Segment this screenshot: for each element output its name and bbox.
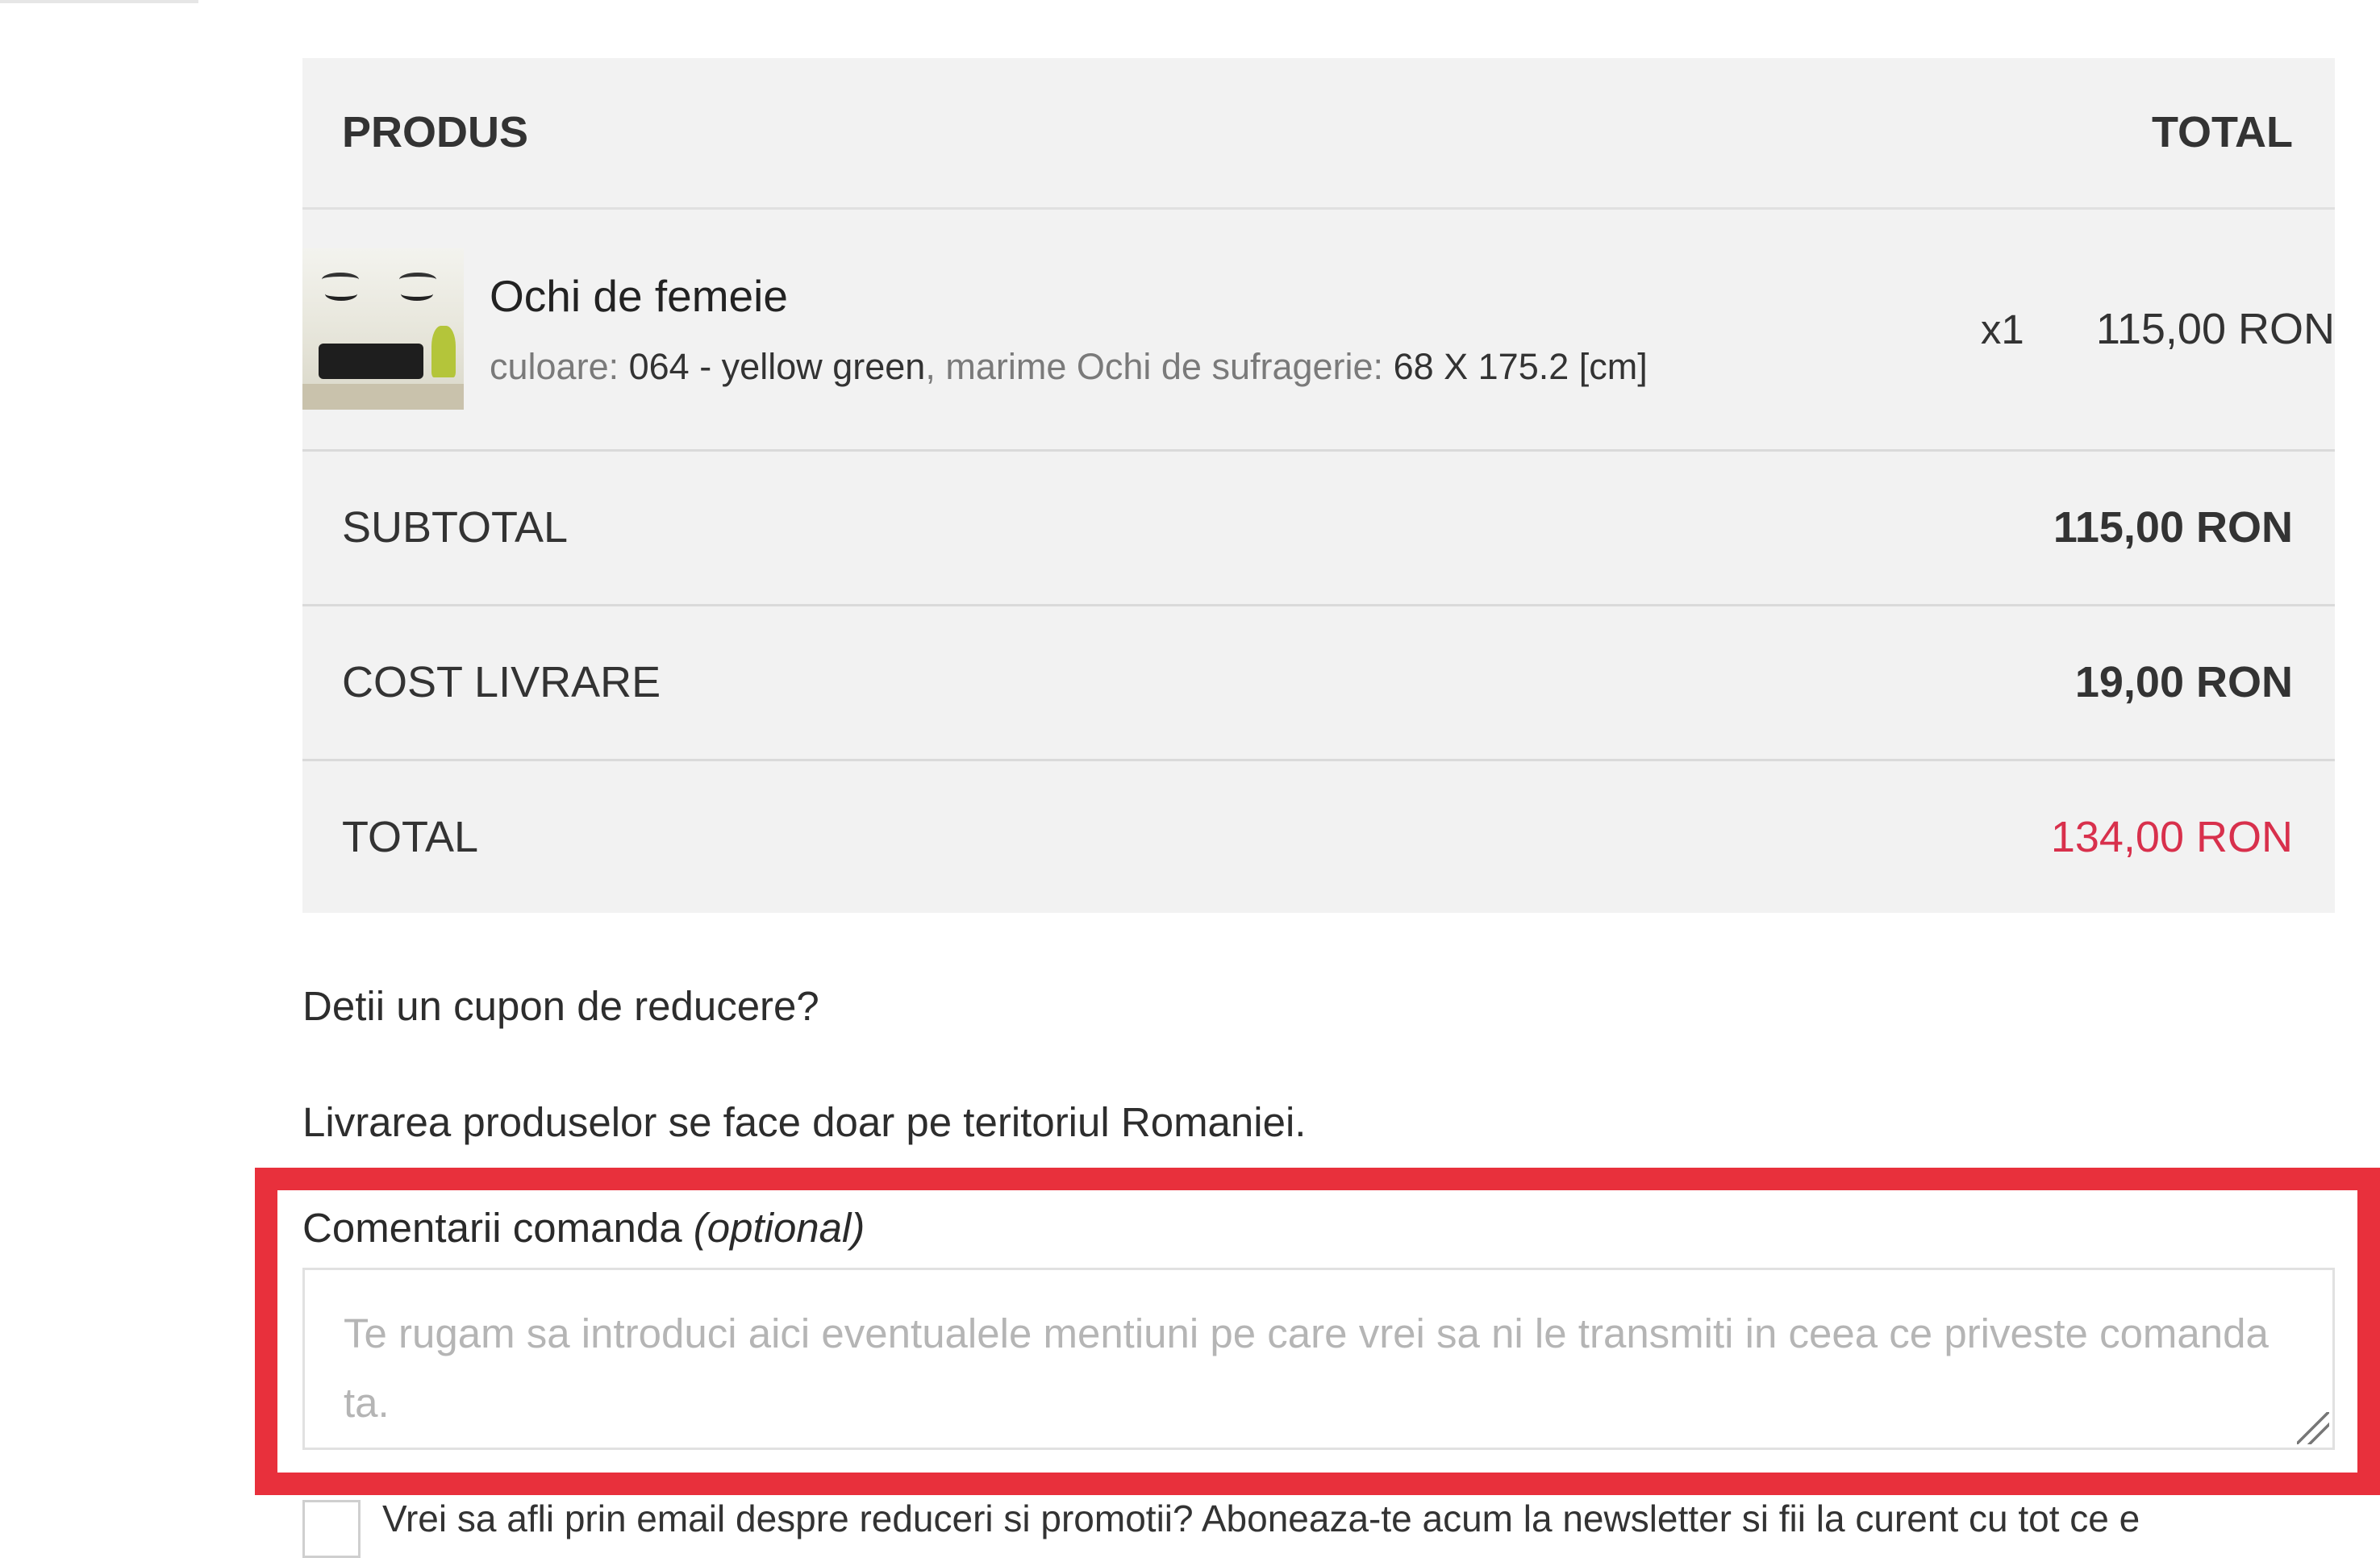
thumb-plant (431, 326, 456, 377)
order-comments-textarea[interactable]: Te rugam sa introduci aici eventualele m… (302, 1268, 2335, 1450)
header-total: TOTAL (2152, 108, 2293, 157)
comments-label-text: Comentarii comanda (302, 1205, 682, 1251)
attr-size-label: marime Ochi de sufragerie: (945, 346, 1384, 387)
shipping-label: COST LIVRARE (342, 658, 661, 706)
coupon-link[interactable]: Detii un cupon de reducere? (302, 982, 819, 1030)
subtotal-value: 115,00 RON (2053, 503, 2293, 552)
product-details: Ochi de femeie culoare: 064 - yellow gre… (490, 270, 1648, 388)
thumb-sofa (319, 344, 423, 379)
attr-separator: , (925, 346, 936, 387)
thumb-floor (302, 384, 464, 410)
thumb-eye-left (325, 287, 357, 301)
table-header-row: PRODUS TOTAL (302, 58, 2335, 208)
product-name[interactable]: Ochi de femeie (490, 270, 1648, 322)
total-label: TOTAL (342, 812, 479, 861)
comments-optional-tag: (optional) (693, 1205, 865, 1251)
thumb-eyebrow-left (322, 273, 359, 286)
table-row: Ochi de femeie culoare: 064 - yellow gre… (302, 208, 2335, 450)
resize-grip-icon[interactable] (2297, 1412, 2329, 1444)
attr-color-value: 064 - yellow green (628, 346, 926, 387)
product-thumbnail[interactable] (302, 248, 464, 410)
order-review-table: PRODUS TOTAL Ochi de femeie culoare: 064… (302, 58, 2335, 913)
order-comments-label: Comentarii comanda (optional) (302, 1204, 865, 1252)
shipping-value: 19,00 RON (2074, 658, 2293, 706)
attr-size-value: 68 X 175.2 [cm] (1393, 346, 1648, 387)
subtotal-label: SUBTOTAL (342, 503, 569, 552)
product-price: 115,00 RON (2095, 305, 2335, 353)
newsletter-checkbox[interactable] (302, 1500, 361, 1558)
subtotal-row: SUBTOTAL 115,00 RON (302, 450, 2335, 605)
shipping-row: COST LIVRARE 19,00 RON (302, 605, 2335, 760)
header-product: PRODUS (342, 108, 529, 157)
attr-color-label: culoare: (490, 346, 619, 387)
thumb-eyebrow-right (399, 273, 436, 286)
product-variation: culoare: 064 - yellow green, marime Ochi… (490, 346, 1648, 388)
top-divider (0, 0, 198, 3)
thumb-eye-right (401, 287, 433, 301)
product-quantity: x1 (1980, 306, 2024, 352)
product-cell: Ochi de femeie culoare: 064 - yellow gre… (302, 208, 1954, 450)
comments-placeholder: Te rugam sa introduci aici eventualele m… (344, 1310, 2269, 1426)
delivery-note: Livrarea produselor se face doar pe teri… (302, 1099, 1307, 1145)
total-value: 134,00 RON (2050, 812, 2293, 861)
total-row: TOTAL 134,00 RON (302, 760, 2335, 913)
newsletter-label[interactable]: Vrei sa afli prin email despre reduceri … (382, 1497, 2140, 1540)
